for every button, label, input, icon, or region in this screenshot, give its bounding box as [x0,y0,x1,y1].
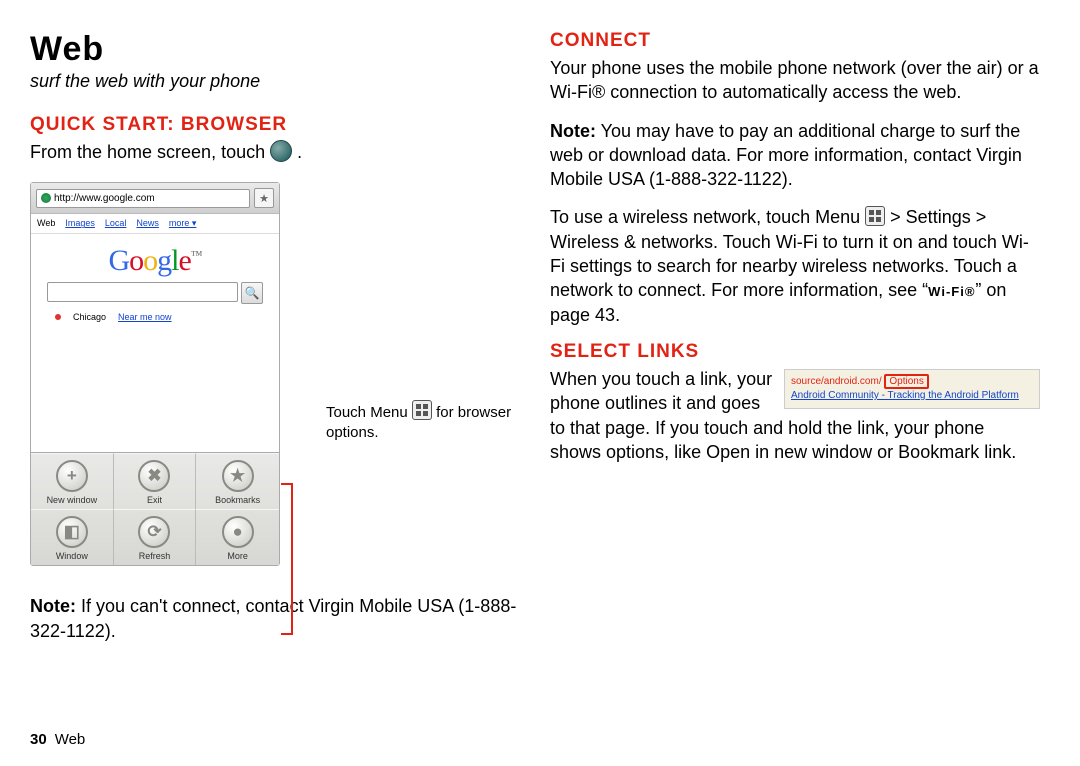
tab-web[interactable]: Web [37,218,55,229]
connect-note: Note: You may have to pay an additional … [550,119,1040,192]
page-subtitle: surf the web with your phone [30,71,520,92]
note-label: Note: [30,596,76,616]
location-dot-icon [55,314,61,320]
address-bar: http://www.google.com ★ [31,183,279,214]
wifi-ref: Wi-Fi® [928,284,975,299]
google-logo: Google™ [31,234,279,282]
more-dot-icon: ● [222,516,254,548]
menu-icon [412,400,432,420]
connect-p2: To use a wireless network, touch Menu > … [550,205,1040,326]
refresh-icon: ⟳ [138,516,170,548]
callout-text: Touch Menu for browser options. [326,400,526,442]
google-tabs: Web Images Local News more ▾ [31,214,279,234]
demo-link-title[interactable]: Android Community - Tracking the Android… [791,389,1033,403]
url-text: http://www.google.com [54,193,155,204]
search-button[interactable]: 🔍 [241,282,263,304]
menu-window[interactable]: ◧Window [31,509,114,565]
star-icon: ★ [222,460,254,492]
quick-start-text: From the home screen, touch [30,142,270,162]
menu-refresh[interactable]: ⟳Refresh [114,509,197,565]
note-label: Note: [550,121,596,141]
phone-mockup: http://www.google.com ★ Web Images Local… [30,182,280,566]
browser-globe-icon [270,140,292,162]
menu-exit[interactable]: ✖Exit [114,453,197,509]
connect-p1: Your phone uses the mobile phone network… [550,56,1040,105]
near-me-link[interactable]: Near me now [118,312,172,322]
page-number: 30 [30,731,47,748]
menu-bookmarks[interactable]: ★Bookmarks [196,453,279,509]
tab-more[interactable]: more ▾ [169,218,197,229]
link-demo-image: source/android.com/ Options Android Comm… [784,369,1040,409]
demo-options-highlight: Options [884,374,928,389]
page-favicon-icon [41,193,51,203]
bookmark-star-icon[interactable]: ★ [254,188,274,208]
demo-path: source/android.com/ [791,376,882,387]
quick-start-note: Note: If you can't connect, contact Virg… [30,594,520,643]
windows-icon: ◧ [56,516,88,548]
search-input[interactable] [47,282,238,302]
page-title: Web [30,30,520,69]
x-icon: ✖ [138,460,170,492]
heading-quick-start: Quick Start: Browser [30,114,520,136]
plus-icon: + [56,460,88,492]
heading-select-links: Select links [550,341,1040,363]
footer-section: Web [55,731,86,748]
heading-connect: Connect [550,30,1040,52]
tab-local[interactable]: Local [105,218,127,229]
page-footer: 30 Web [30,731,85,748]
tab-news[interactable]: News [136,218,159,229]
tab-images[interactable]: Images [65,218,95,229]
url-field[interactable]: http://www.google.com [36,189,250,208]
location-text: Chicago [73,312,106,322]
quick-start-line: From the home screen, touch . [30,140,520,164]
browser-menu: +New window ✖Exit ★Bookmarks ◧Window ⟳Re… [31,452,279,565]
menu-more[interactable]: ●More [196,509,279,565]
callout-bracket [281,483,293,635]
menu-new-window[interactable]: +New window [31,453,114,509]
menu-icon [865,206,885,226]
